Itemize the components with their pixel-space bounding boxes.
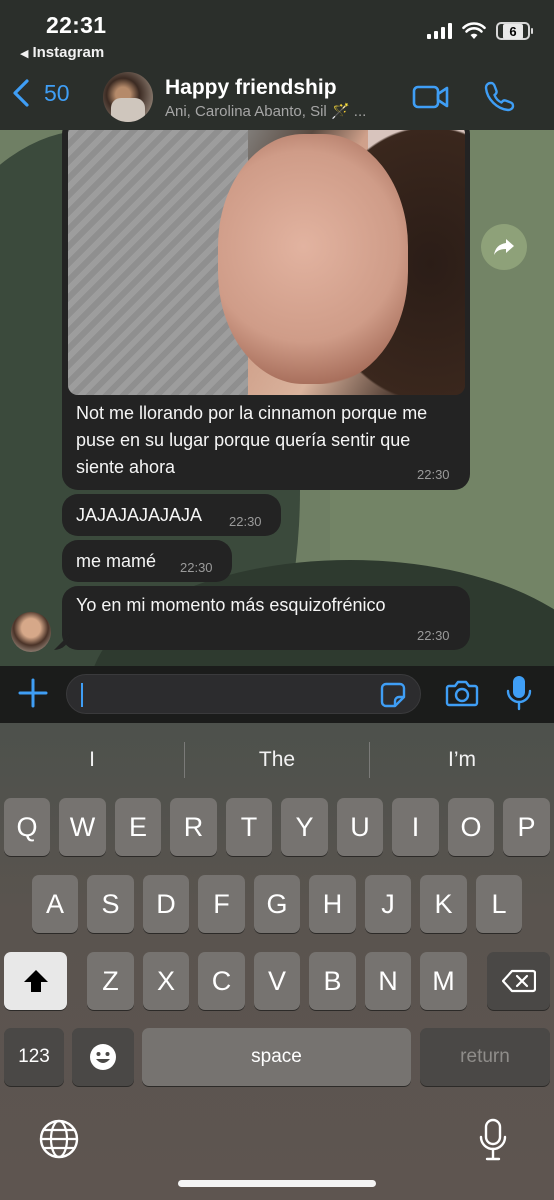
- back-triangle-icon: ◀: [20, 48, 29, 60]
- key-s[interactable]: S: [87, 875, 134, 933]
- suggestion-3[interactable]: I’m: [370, 748, 554, 772]
- key-v[interactable]: V: [254, 952, 300, 1010]
- phone-icon[interactable]: [484, 80, 516, 112]
- key-h[interactable]: H: [309, 875, 356, 933]
- forward-button[interactable]: [481, 224, 527, 270]
- message-photo[interactable]: [68, 124, 465, 395]
- back-button[interactable]: 50: [8, 78, 70, 108]
- message-bubble[interactable]: Yo en mi momento más esquizofrénico 22:3…: [62, 586, 470, 650]
- globe-icon[interactable]: [38, 1118, 80, 1160]
- camera-icon[interactable]: [445, 678, 479, 708]
- key-y[interactable]: Y: [281, 798, 328, 856]
- return-key[interactable]: return: [420, 1028, 550, 1086]
- group-members-names: Ani, Carolina Abanto, Sil: [165, 103, 327, 120]
- message-input[interactable]: [66, 674, 421, 714]
- forward-icon: [494, 239, 514, 255]
- emoji-key[interactable]: [72, 1028, 134, 1086]
- key-g[interactable]: G: [254, 875, 300, 933]
- message-time: 22:30: [417, 628, 450, 643]
- message-input-bar: [0, 666, 554, 723]
- key-p[interactable]: P: [503, 798, 550, 856]
- home-indicator[interactable]: [178, 1180, 376, 1187]
- key-c[interactable]: C: [198, 952, 245, 1010]
- group-members-suffix: 🪄 ...: [330, 103, 367, 120]
- sender-avatar[interactable]: [11, 612, 51, 652]
- key-a[interactable]: A: [32, 875, 78, 933]
- message-bubble[interactable]: me mamé 22:30: [62, 540, 232, 582]
- key-z[interactable]: Z: [87, 952, 134, 1010]
- dictation-icon[interactable]: [478, 1118, 508, 1162]
- unread-count: 50: [44, 79, 70, 106]
- numbers-key[interactable]: 123: [4, 1028, 64, 1086]
- key-w[interactable]: W: [59, 798, 106, 856]
- microphone-icon[interactable]: [506, 674, 532, 712]
- key-d[interactable]: D: [143, 875, 189, 933]
- shift-key[interactable]: [4, 952, 67, 1010]
- group-members[interactable]: Ani, Carolina Abanto, Sil 🪄 ...: [165, 102, 366, 120]
- group-avatar[interactable]: [103, 72, 153, 122]
- message-text: Yo en mi momento más esquizofrénico: [76, 595, 386, 615]
- key-n[interactable]: N: [365, 952, 411, 1010]
- status-bar: 22:31 ◀ Instagram 6: [0, 0, 554, 68]
- battery-icon: 6: [496, 22, 533, 40]
- chat-header: 50 Happy friendship Ani, Carolina Abanto…: [0, 68, 554, 130]
- key-m[interactable]: M: [420, 952, 467, 1010]
- message-time: 22:30: [417, 467, 450, 482]
- backspace-key[interactable]: [487, 952, 550, 1010]
- space-key[interactable]: space: [142, 1028, 411, 1086]
- status-time: 22:31: [46, 12, 107, 38]
- key-r[interactable]: R: [170, 798, 217, 856]
- video-call-icon[interactable]: [412, 82, 450, 112]
- group-name[interactable]: Happy friendship: [165, 76, 337, 100]
- key-l[interactable]: L: [476, 875, 522, 933]
- back-to-app-link[interactable]: ◀ Instagram: [20, 44, 104, 61]
- back-chevron-icon: [13, 79, 29, 107]
- message-text: me mamé: [76, 551, 157, 571]
- key-k[interactable]: K: [420, 875, 467, 933]
- key-t[interactable]: T: [226, 798, 272, 856]
- message-bubble[interactable]: JAJAJAJAJAJA 22:30: [62, 494, 281, 536]
- key-o[interactable]: O: [448, 798, 494, 856]
- message-time: 22:30: [229, 514, 262, 529]
- key-b[interactable]: B: [309, 952, 356, 1010]
- message-bubble-photo[interactable]: Not me llorando por la cinnamon porque m…: [62, 118, 470, 490]
- sticker-icon[interactable]: [380, 682, 406, 708]
- key-f[interactable]: F: [198, 875, 245, 933]
- key-q[interactable]: Q: [4, 798, 50, 856]
- back-app-label: Instagram: [32, 44, 105, 61]
- key-x[interactable]: X: [143, 952, 189, 1010]
- text-caret: [81, 683, 83, 707]
- predictive-bar: I The I’m: [0, 723, 554, 797]
- backspace-icon: [501, 969, 536, 993]
- suggestion-2[interactable]: The: [185, 748, 369, 772]
- emoji-icon: [90, 1044, 116, 1070]
- wifi-icon: [462, 22, 486, 39]
- key-j[interactable]: J: [365, 875, 411, 933]
- message-time: 22:30: [180, 560, 213, 575]
- message-text: Not me llorando por la cinnamon porque m…: [76, 403, 428, 477]
- suggestion-1[interactable]: I: [0, 748, 184, 772]
- key-i[interactable]: I: [392, 798, 439, 856]
- battery-level: 6: [503, 23, 523, 39]
- plus-icon[interactable]: [16, 676, 50, 710]
- key-e[interactable]: E: [115, 798, 161, 856]
- key-u[interactable]: U: [337, 798, 383, 856]
- shift-icon: [23, 970, 48, 992]
- message-text: JAJAJAJAJAJA: [76, 505, 203, 525]
- keyboard: I The I’m Q W E R T Y U I O P A S D F G …: [0, 723, 554, 1200]
- cellular-signal-icon: [427, 23, 452, 39]
